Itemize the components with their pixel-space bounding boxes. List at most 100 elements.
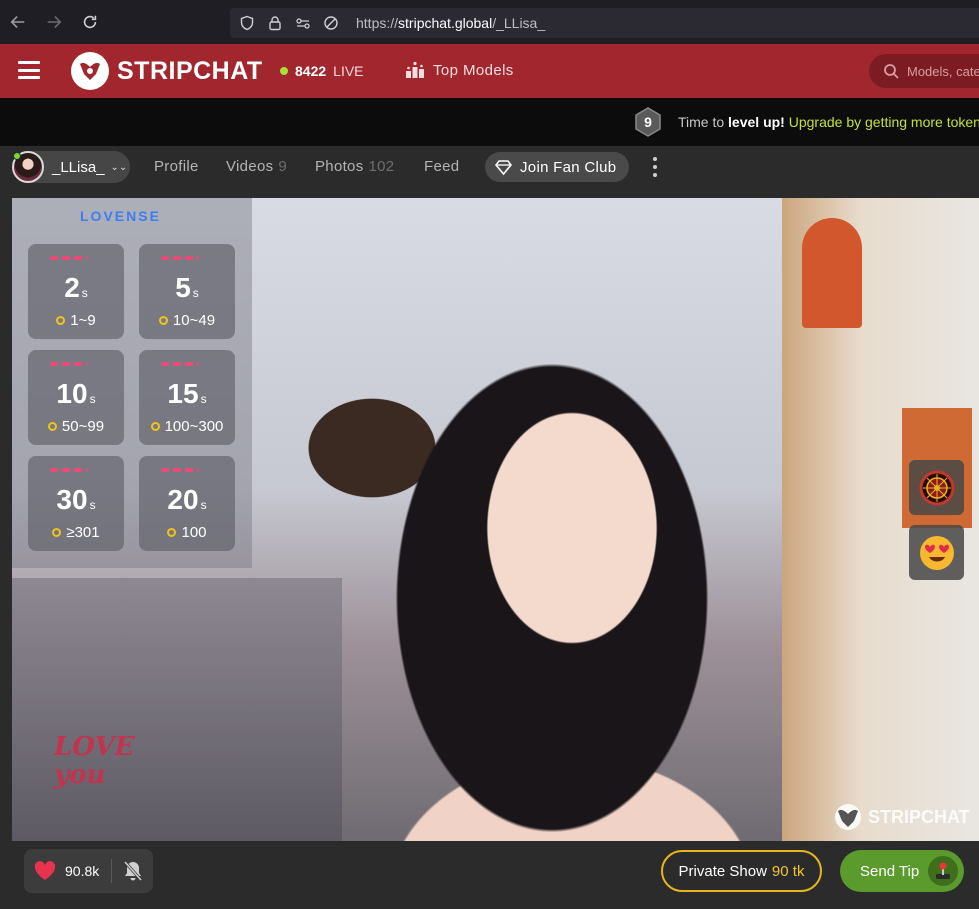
search-box[interactable] bbox=[869, 54, 979, 88]
token-icon bbox=[150, 422, 160, 431]
url-path: /_LLisa_ bbox=[492, 15, 546, 31]
tier-range: ≥301 bbox=[28, 524, 124, 541]
tier-seconds: 30 bbox=[56, 484, 88, 515]
tier-unit: s bbox=[89, 498, 96, 512]
podium-icon bbox=[406, 61, 424, 78]
tab-label: Profile bbox=[154, 158, 199, 175]
tier-range: 10~49 bbox=[139, 312, 235, 329]
hamburger-line bbox=[18, 61, 40, 64]
tier-seconds: 2 bbox=[64, 272, 80, 303]
tier-seconds: 15 bbox=[167, 378, 199, 409]
tab-count: 102 bbox=[368, 158, 395, 175]
search-icon bbox=[884, 64, 899, 79]
token-icon bbox=[158, 316, 168, 325]
hamburger-line bbox=[18, 76, 40, 79]
lovense-title: LOVENSE bbox=[80, 208, 161, 224]
reload-button[interactable] bbox=[72, 0, 108, 44]
diamond-icon bbox=[495, 159, 512, 175]
model-selector[interactable]: _LLisa_ ⌄⌄ bbox=[12, 151, 130, 183]
menu-button[interactable] bbox=[18, 61, 40, 79]
forward-button[interactable] bbox=[36, 0, 72, 44]
watermark-text: STRIPCHAT bbox=[868, 806, 970, 827]
player-controls: 90.8k Private Show 90 tk Send Tip bbox=[0, 841, 979, 909]
arrow-left-icon bbox=[10, 16, 25, 28]
tier-range-text: 50~99 bbox=[61, 418, 105, 435]
heart-eyes-emoji-icon bbox=[919, 535, 954, 570]
roulette-wheel-icon bbox=[919, 470, 954, 505]
address-bar[interactable]: https://stripchat.global/_LLisa_ bbox=[230, 8, 979, 38]
permissions-icon[interactable] bbox=[294, 14, 312, 32]
model-nav: _LLisa_ ⌄⌄ Profile Videos 9 Photos 102 Fee… bbox=[0, 146, 979, 188]
send-tip-button[interactable]: Send Tip bbox=[840, 850, 964, 892]
reload-icon bbox=[83, 15, 97, 29]
chevron-down-icon: ⌄⌄ bbox=[110, 161, 128, 173]
private-show-button[interactable]: Private Show 90 tk bbox=[661, 850, 822, 892]
lovense-tier: 5s 10~49 bbox=[139, 244, 235, 339]
token-icon bbox=[52, 528, 62, 537]
tab-label: Feed bbox=[424, 158, 460, 175]
tab-feed[interactable]: Feed bbox=[424, 158, 459, 175]
bell-muted-icon[interactable] bbox=[122, 859, 144, 883]
level-text-prefix: Time to bbox=[678, 114, 729, 130]
lovense-tier: 30 s ≥301 bbox=[28, 456, 124, 551]
video-stream[interactable]: LOVENSE 2s 1~9 5s 10~49 10 s 50~99 15 s 10… bbox=[12, 198, 979, 841]
intensity-bar bbox=[50, 468, 88, 472]
tier-unit: s bbox=[200, 392, 207, 406]
back-button[interactable] bbox=[0, 0, 36, 44]
tier-range: 1~9 bbox=[28, 312, 124, 329]
level-number: 9 bbox=[644, 114, 652, 130]
live-count: 8422 bbox=[295, 63, 327, 79]
tier-duration: 15 s bbox=[139, 378, 235, 410]
tier-seconds: 10 bbox=[56, 378, 88, 409]
intensity-bar bbox=[50, 256, 88, 260]
join-fan-club-button[interactable]: Join Fan Club bbox=[485, 152, 629, 182]
level-up-text: Time to level up! Upgrade by getting mor… bbox=[678, 114, 979, 130]
search-input[interactable] bbox=[907, 63, 979, 79]
tier-unit: s bbox=[200, 498, 207, 512]
live-counter[interactable]: 8422 LIVE bbox=[280, 63, 364, 79]
shield-icon[interactable] bbox=[238, 14, 256, 32]
tier-unit: s bbox=[89, 392, 96, 406]
tier-duration: 30 s bbox=[28, 484, 124, 516]
tier-duration: 20 s bbox=[139, 484, 235, 516]
tab-profile[interactable]: Profile bbox=[154, 158, 199, 175]
tier-duration: 2s bbox=[28, 272, 124, 304]
tracking-blocked-icon[interactable] bbox=[322, 14, 340, 32]
top-models-link[interactable]: Top Models bbox=[405, 60, 514, 80]
more-options-button[interactable] bbox=[648, 157, 662, 177]
lovense-tip-menu: LOVENSE 2s 1~9 5s 10~49 10 s 50~99 15 s 10… bbox=[12, 198, 252, 568]
dot bbox=[653, 165, 657, 169]
stripchat-watermark: STRIPCHAT bbox=[834, 803, 970, 831]
tier-seconds: 5 bbox=[175, 272, 191, 303]
tier-range: 100 bbox=[139, 524, 235, 541]
wheel-of-fortune-button[interactable] bbox=[909, 460, 964, 515]
player-container: LOVENSE 2s 1~9 5s 10~49 10 s 50~99 15 s 10… bbox=[0, 188, 979, 909]
url-scheme: https:// bbox=[356, 15, 399, 31]
upgrade-link[interactable]: Upgrade by getting more tokens bbox=[789, 114, 979, 130]
tier-range: 100~300 bbox=[139, 418, 235, 435]
send-tip-label: Send Tip bbox=[860, 862, 920, 880]
tab-count: 9 bbox=[278, 158, 288, 175]
lock-icon[interactable] bbox=[266, 14, 284, 32]
tier-range-text: 100~300 bbox=[164, 418, 224, 435]
tab-videos[interactable]: Videos 9 bbox=[226, 158, 287, 175]
video-background-decor bbox=[802, 218, 862, 328]
like-count: 90.8k bbox=[65, 863, 100, 879]
hamburger-line bbox=[18, 68, 40, 72]
tier-range-text: 1~9 bbox=[70, 312, 96, 329]
online-status-icon bbox=[13, 152, 21, 160]
tab-photos[interactable]: Photos 102 bbox=[315, 158, 394, 175]
lovense-tier: 15 s 100~300 bbox=[139, 350, 235, 445]
avatar[interactable] bbox=[12, 151, 44, 183]
url-text[interactable]: https://stripchat.global/_LLisa_ bbox=[356, 15, 545, 31]
stripchat-logo-icon bbox=[71, 52, 109, 90]
private-show-label: Private Show bbox=[678, 862, 767, 880]
level-text-bold: level up! bbox=[728, 114, 785, 130]
heart-icon[interactable] bbox=[34, 861, 56, 881]
token-icon bbox=[47, 422, 57, 431]
site-logo[interactable]: STRIPCHAT bbox=[71, 52, 263, 90]
tier-seconds: 20 bbox=[167, 484, 199, 515]
emoji-reaction-button[interactable] bbox=[909, 525, 964, 580]
arrow-right-icon bbox=[47, 16, 62, 28]
tier-duration: 5s bbox=[139, 272, 235, 304]
